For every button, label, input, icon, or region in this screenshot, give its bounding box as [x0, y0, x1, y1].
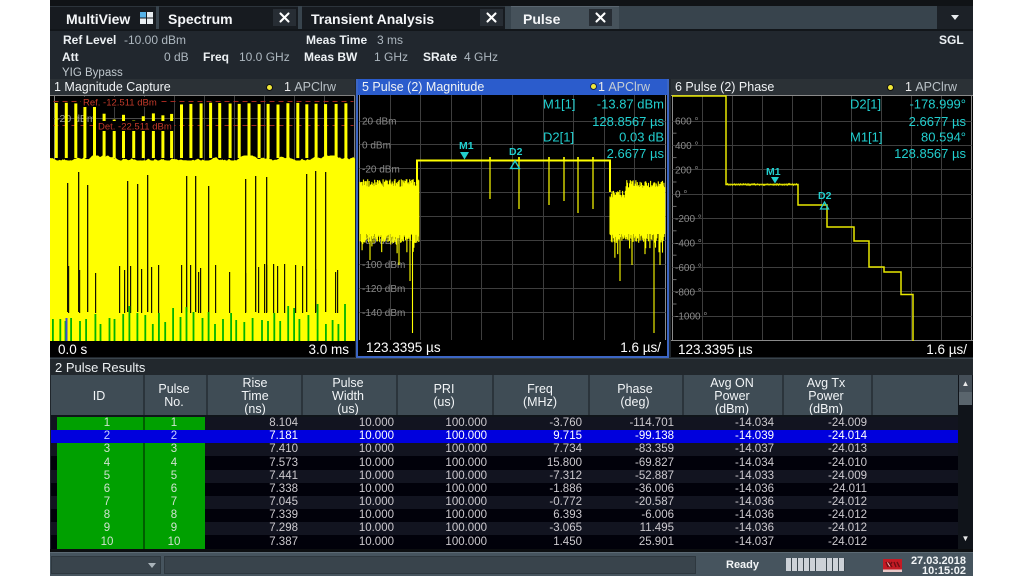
svg-text:-800 °: -800 °: [675, 287, 702, 298]
svg-text:0.03 dB: 0.03 dB: [619, 130, 664, 145]
svg-text:D2: D2: [818, 190, 832, 202]
svg-text:20 dBm: 20 dBm: [362, 117, 396, 128]
svg-text:M1: M1: [766, 166, 781, 178]
svg-text:M1: M1: [459, 140, 474, 152]
svg-text:-20 dBm: -20 dBm: [362, 164, 400, 175]
svg-text:0 dBm: 0 dBm: [362, 140, 391, 151]
svg-text:0 °: 0 °: [675, 190, 687, 201]
svg-text:80.594°: 80.594°: [921, 130, 966, 145]
svg-text:Ref. -12.511 dBm: Ref. -12.511 dBm: [83, 98, 157, 109]
svg-text:-200 °: -200 °: [675, 214, 702, 225]
svg-text:Det. -22.511 dBm: Det. -22.511 dBm: [98, 122, 172, 133]
svg-text:128.8567 µs: 128.8567 µs: [592, 114, 664, 129]
svg-text:-13.87 dBm: -13.87 dBm: [597, 97, 664, 112]
svg-text:D2: D2: [509, 146, 523, 158]
svg-text:D2[1]: D2[1]: [850, 97, 881, 112]
svg-text:600 °: 600 °: [675, 117, 698, 128]
svg-text:-400 °: -400 °: [675, 239, 702, 250]
svg-text:M1[1]: M1[1]: [850, 130, 883, 145]
svg-text:400 °: 400 °: [675, 141, 698, 152]
svg-text:D2[1]: D2[1]: [543, 130, 574, 145]
svg-text:128.8567 µs: 128.8567 µs: [894, 146, 966, 161]
svg-text:2.6677 µs: 2.6677 µs: [607, 146, 665, 161]
svg-text:-600 °: -600 °: [675, 263, 702, 274]
svg-text:-178.999°: -178.999°: [909, 97, 966, 112]
svg-text:2.6677 µs: 2.6677 µs: [909, 114, 967, 129]
svg-text:-120 dBm: -120 dBm: [362, 284, 405, 295]
svg-text:M1[1]: M1[1]: [543, 97, 576, 112]
svg-text:200 °: 200 °: [675, 165, 698, 176]
svg-text:-140 dBm: -140 dBm: [362, 308, 405, 319]
svg-text:-1000 °: -1000 °: [675, 312, 707, 323]
